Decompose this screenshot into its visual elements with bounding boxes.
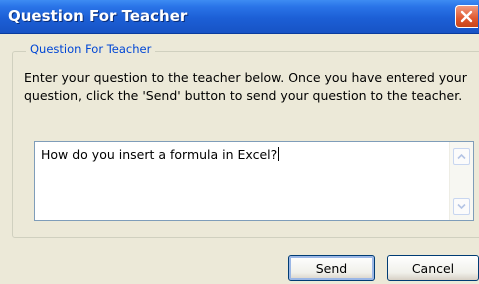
question-input[interactable]: How do you insert a formula in Excel?: [34, 141, 474, 221]
scroll-up-arrow-icon: [457, 153, 466, 160]
title-bar: Question For Teacher: [0, 0, 479, 34]
close-button[interactable]: [455, 5, 478, 28]
groupbox-label: Question For Teacher: [26, 42, 156, 56]
close-icon: [460, 10, 473, 23]
scroll-down-arrow-icon: [457, 203, 466, 210]
scroll-up-button[interactable]: [453, 148, 470, 165]
question-input-value: How do you insert a formula in Excel?: [41, 147, 278, 162]
send-button[interactable]: Send: [288, 255, 375, 281]
window-title: Question For Teacher: [8, 7, 188, 25]
vertical-scrollbar[interactable]: [449, 142, 473, 220]
instructions-text: Enter your question to the teacher below…: [24, 70, 467, 103]
text-caret: [278, 147, 280, 161]
cancel-button[interactable]: Cancel: [387, 255, 479, 281]
scroll-down-button[interactable]: [453, 198, 470, 215]
